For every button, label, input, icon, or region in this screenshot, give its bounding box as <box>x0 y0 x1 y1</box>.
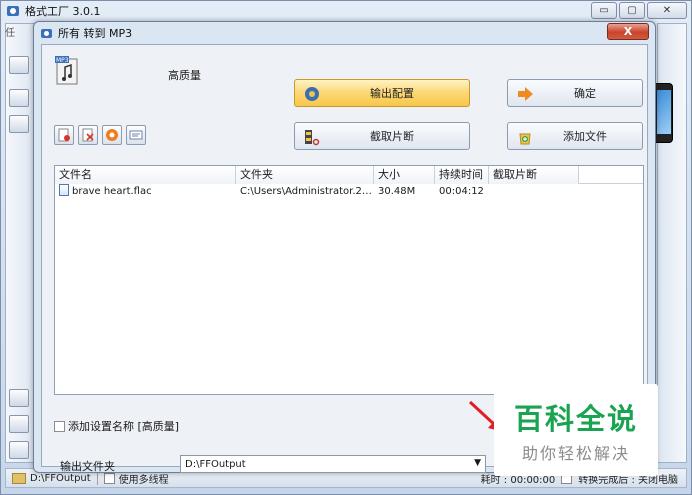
clip-button[interactable]: 截取片断 <box>294 122 470 150</box>
output-folder-select[interactable]: D:\FFOutput ▼ <box>180 455 486 473</box>
column-header[interactable]: 截取片断 <box>489 166 579 184</box>
app-icon <box>7 6 19 16</box>
tools-icon[interactable] <box>9 441 29 459</box>
file-name-cell: brave heart.flac <box>55 184 236 200</box>
dialog-title: 所有 转到 MP3 <box>58 27 133 40</box>
phone-icon[interactable] <box>653 83 673 143</box>
dropdown-arrow-icon: ▼ <box>474 458 481 468</box>
gear-icon <box>305 87 319 101</box>
music-icon[interactable] <box>9 115 29 133</box>
film-scissors-icon <box>305 130 320 146</box>
watermark-logo: 百科全说 助你轻松解决 <box>494 384 658 476</box>
watermark-subtitle: 助你轻松解决 <box>521 444 630 463</box>
mp3-icon: MP3 <box>55 56 78 85</box>
quality-label: 高质量 <box>168 69 201 82</box>
play-icon <box>106 129 118 141</box>
maximize-button[interactable]: ▢ <box>619 2 645 19</box>
film-icon[interactable] <box>9 89 29 107</box>
picture-icon[interactable] <box>9 389 29 407</box>
file-table: 文件名 文件夹 大小 持续时间 截取片断 brave heart.flac C:… <box>54 165 644 395</box>
info-button[interactable] <box>126 125 146 145</box>
table-header: 文件名 文件夹 大小 持续时间 截取片断 <box>55 166 643 184</box>
output-config-label: 输出配置 <box>370 87 414 100</box>
add-file-button[interactable]: 添加文件 <box>507 122 643 150</box>
multithread-checkbox[interactable] <box>103 472 115 484</box>
dialog-close-button[interactable]: X <box>607 23 649 40</box>
output-folder-label: 输出文件夹 <box>60 460 115 473</box>
watermark-title: 百科全说 <box>513 402 638 436</box>
remove-button[interactable] <box>54 125 74 145</box>
main-title: 格式工厂 3.0.1 <box>25 5 101 18</box>
play-button[interactable] <box>102 125 122 145</box>
add-file-icon <box>519 133 531 145</box>
clip-cell <box>489 184 579 200</box>
add-setting-label: 添加设置名称 [高质量] <box>68 420 180 433</box>
delete-icon <box>82 128 94 142</box>
dialog-title-bar: 所有 转到 MP3 <box>34 22 655 44</box>
remove-file-icon <box>58 128 70 142</box>
minimize-button[interactable]: ▭ <box>591 2 617 19</box>
status-output-path: D:\FFOutput <box>30 472 91 484</box>
output-folder-value: D:\FFOutput <box>185 458 246 470</box>
dialog-app-icon <box>41 28 52 38</box>
left-tab-label[interactable]: 任 <box>5 24 15 39</box>
folder-icon[interactable] <box>12 472 26 484</box>
column-header[interactable]: 持续时间 <box>435 166 489 184</box>
add-setting-checkbox[interactable] <box>54 420 65 432</box>
main-close-button[interactable]: ✕ <box>647 2 687 19</box>
file-name: brave heart.flac <box>72 186 152 197</box>
ok-button[interactable]: 确定 <box>507 79 643 107</box>
main-title-bar: 格式工厂 3.0.1 <box>1 1 691 21</box>
output-config-button[interactable]: 输出配置 <box>294 79 470 107</box>
folder-cell: C:\Users\Administrator.201... <box>240 186 374 197</box>
arrow-right-icon <box>518 87 533 101</box>
column-header[interactable]: 大小 <box>374 166 435 184</box>
svg-text:MP3: MP3 <box>56 57 69 64</box>
list-icon <box>129 130 143 140</box>
add-setting-row: 添加设置名称 [高质量] <box>54 418 179 434</box>
column-header[interactable]: 文件名 <box>55 166 236 184</box>
clip-label: 截取片断 <box>370 130 414 143</box>
audio-file-icon <box>59 184 69 196</box>
clear-button[interactable] <box>78 125 98 145</box>
video-icon[interactable] <box>9 56 29 74</box>
size-cell: 30.48M <box>378 186 416 197</box>
duration-cell: 00:04:12 <box>439 186 484 197</box>
table-row[interactable]: brave heart.flac C:\Users\Administrator.… <box>55 184 643 200</box>
main-window-controls: ▭ ▢ ✕ <box>591 2 687 19</box>
drive-icon[interactable] <box>9 415 29 433</box>
column-header[interactable]: 文件夹 <box>236 166 374 184</box>
